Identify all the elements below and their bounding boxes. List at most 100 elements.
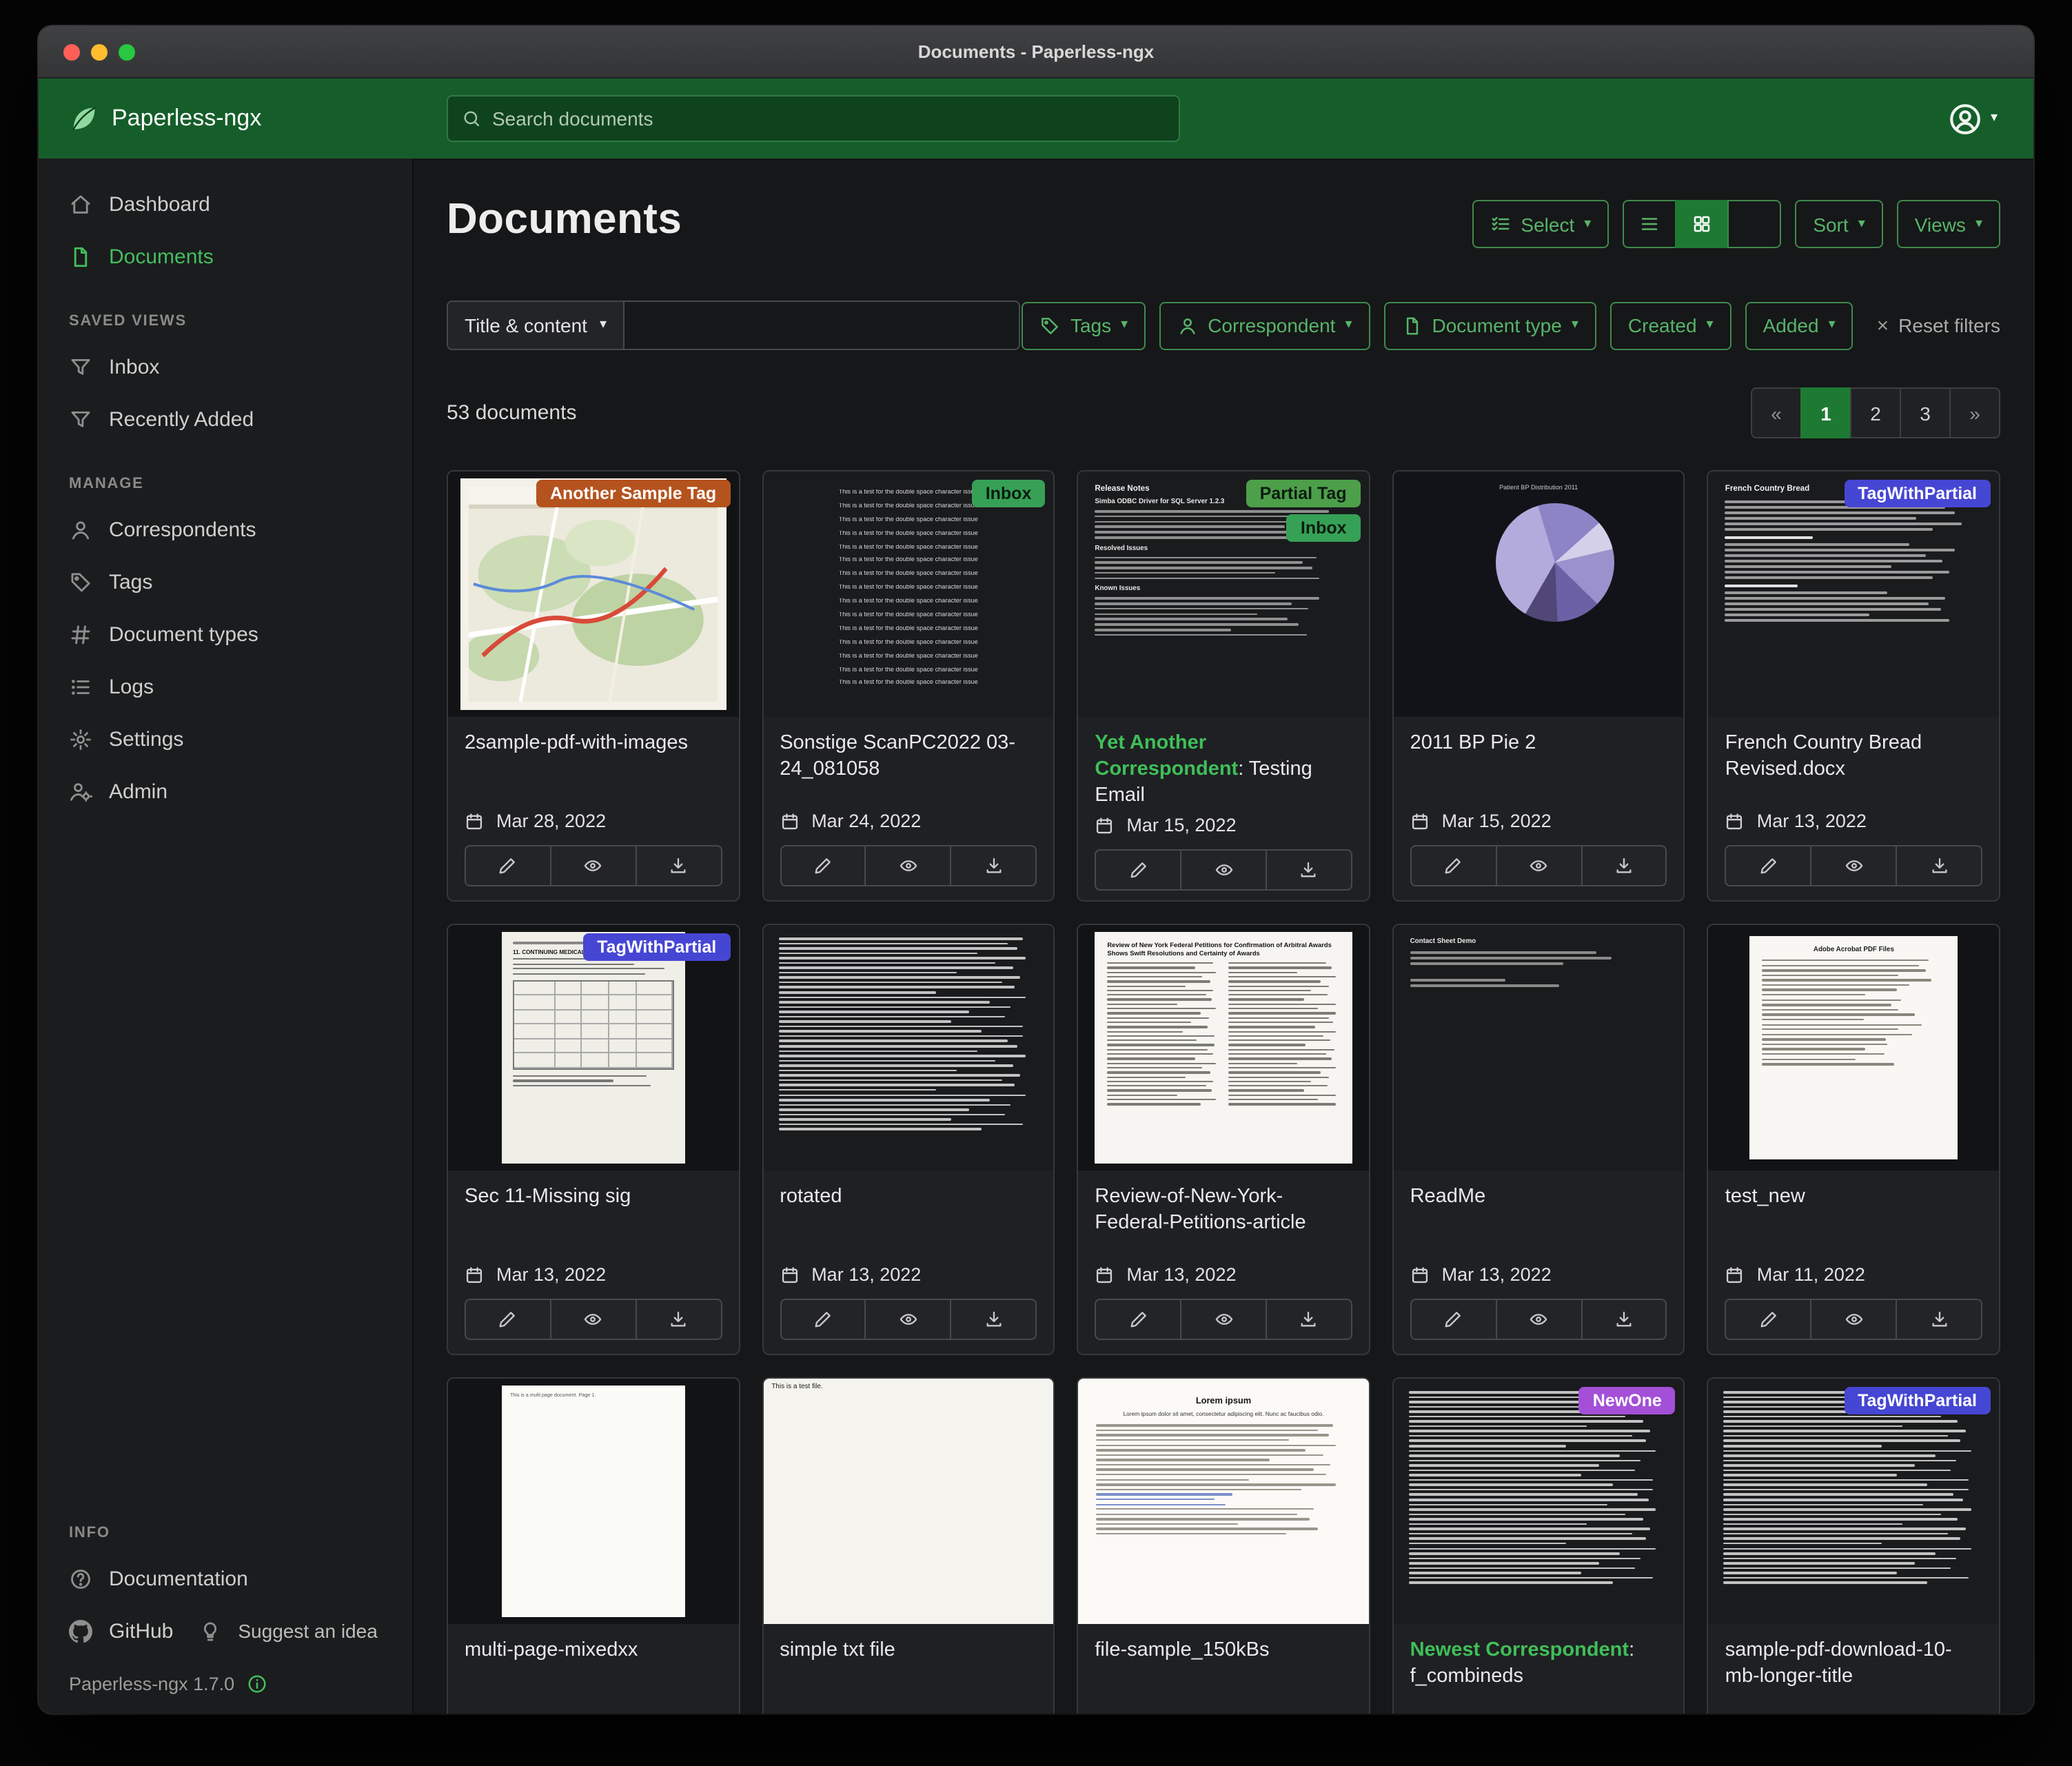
sidebar-item-correspondents[interactable]: Correspondents xyxy=(39,503,412,556)
document-card[interactable]: Review of New York Federal Petitions for… xyxy=(1077,924,1370,1355)
document-card[interactable]: TagWithPartial sample-pdf-download-10-mb… xyxy=(1707,1377,2000,1714)
tag-badge[interactable]: Partial Tag xyxy=(1246,480,1361,507)
document-card[interactable]: Another Sample Tag 2sample-pdf-with-imag… xyxy=(447,470,740,902)
view-document-button[interactable] xyxy=(865,845,952,886)
tag-badge[interactable]: NewOne xyxy=(1579,1387,1676,1414)
download-document-button[interactable] xyxy=(1266,1299,1352,1340)
document-card[interactable]: Lorem ipsumLorem ipsum dolor sit amet, c… xyxy=(1077,1377,1370,1714)
minimize-window-button[interactable] xyxy=(91,43,108,60)
sidebar-item-admin[interactable]: Admin xyxy=(39,765,412,818)
document-title[interactable]: Sec 11-Missing sig xyxy=(465,1184,722,1238)
document-title[interactable]: test_new xyxy=(1725,1184,1982,1238)
document-card[interactable]: Release NotesSimba ODBC Driver for SQL S… xyxy=(1077,470,1370,902)
document-title[interactable]: 2011 BP Pie 2 xyxy=(1410,731,1667,784)
sidebar-item-settings[interactable]: Settings xyxy=(39,713,412,765)
document-card[interactable]: Contact Sheet Demo ReadMe Mar 13, 2022 xyxy=(1392,924,1685,1355)
close-window-button[interactable] xyxy=(63,43,80,60)
download-document-button[interactable] xyxy=(951,1299,1037,1340)
user-menu[interactable]: ▾ xyxy=(1948,101,2033,136)
document-card[interactable]: rotated Mar 13, 2022 xyxy=(762,924,1055,1355)
download-document-button[interactable] xyxy=(635,845,722,886)
detail-view-button[interactable] xyxy=(1727,200,1781,248)
edit-document-button[interactable] xyxy=(1095,1299,1181,1340)
document-title[interactable]: Sonstige ScanPC2022 03-24_081058 xyxy=(780,731,1037,784)
document-title[interactable]: ReadMe xyxy=(1410,1184,1667,1238)
pagination-page-2-button[interactable]: 2 xyxy=(1850,387,1901,438)
view-document-button[interactable] xyxy=(1180,1299,1267,1340)
document-title[interactable]: 2sample-pdf-with-images xyxy=(465,731,722,784)
sidebar-item-documents[interactable]: Documents xyxy=(39,230,412,283)
document-thumbnail[interactable]: This is a multi page document. Page 1. xyxy=(448,1379,738,1624)
edit-document-button[interactable] xyxy=(465,1299,551,1340)
document-title[interactable]: Review-of-New-York-Federal-Petitions-art… xyxy=(1095,1184,1352,1238)
correspondent-filter-button[interactable]: Correspondent ▾ xyxy=(1159,301,1370,349)
edit-document-button[interactable] xyxy=(1095,850,1181,891)
filter-query-input[interactable] xyxy=(624,301,1020,350)
edit-document-button[interactable] xyxy=(1725,845,1812,886)
view-document-button[interactable] xyxy=(550,845,637,886)
download-document-button[interactable] xyxy=(1266,850,1352,891)
document-title[interactable]: simple txt file xyxy=(780,1638,1037,1692)
document-thumbnail[interactable]: Contact Sheet Demo xyxy=(1394,925,1684,1170)
document-thumbnail[interactable]: Lorem ipsumLorem ipsum dolor sit amet, c… xyxy=(1078,1379,1368,1624)
list-view-button[interactable] xyxy=(1623,200,1676,248)
zoom-window-button[interactable] xyxy=(119,43,135,60)
document-card[interactable]: This is a multi page document. Page 1. m… xyxy=(447,1377,740,1714)
correspondent-link[interactable]: Yet Another Correspondent xyxy=(1095,732,1238,780)
pagination-page-3-button[interactable]: 3 xyxy=(1900,387,1951,438)
sort-button[interactable]: Sort ▾ xyxy=(1795,200,1882,248)
view-document-button[interactable] xyxy=(1811,845,1898,886)
document-card[interactable]: French Country Bread TagWithPartial Fren… xyxy=(1707,470,2000,902)
search-input[interactable] xyxy=(492,108,1165,130)
correspondent-link[interactable]: Newest Correspondent xyxy=(1410,1639,1629,1661)
download-document-button[interactable] xyxy=(635,1299,722,1340)
document-card[interactable]: This is a test for the double space char… xyxy=(762,470,1055,902)
document-title[interactable]: rotated xyxy=(780,1184,1037,1238)
document-thumbnail[interactable]: TagWithPartial xyxy=(1709,1379,1999,1624)
download-document-button[interactable] xyxy=(1896,1299,1982,1340)
tag-badge[interactable]: TagWithPartial xyxy=(1844,480,1991,507)
sidebar-item-inbox[interactable]: Inbox xyxy=(39,341,412,393)
view-document-button[interactable] xyxy=(1495,1299,1582,1340)
edit-document-button[interactable] xyxy=(1725,1299,1812,1340)
sidebar-item-documentation[interactable]: Documentation xyxy=(39,1552,412,1605)
reset-filters-button[interactable]: × Reset filters xyxy=(1877,314,2000,336)
added-filter-button[interactable]: Added ▾ xyxy=(1745,301,1853,349)
document-thumbnail[interactable]: This is a test file. xyxy=(763,1379,1053,1624)
view-document-button[interactable] xyxy=(1180,850,1267,891)
brand[interactable]: Paperless-ngx xyxy=(39,103,414,134)
grid-view-button[interactable] xyxy=(1675,200,1729,248)
document-thumbnail[interactable]: NewOne xyxy=(1394,1379,1684,1624)
document-title[interactable]: multi-page-mixedxx xyxy=(465,1638,722,1692)
pagination-page-1-button[interactable]: 1 xyxy=(1800,387,1851,438)
edit-document-button[interactable] xyxy=(780,1299,866,1340)
document-thumbnail[interactable]: French Country Bread TagWithPartial xyxy=(1709,471,1999,717)
view-document-button[interactable] xyxy=(1811,1299,1898,1340)
document-thumbnail[interactable]: Another Sample Tag xyxy=(448,471,738,717)
document-thumbnail[interactable]: Adobe Acrobat PDF Files xyxy=(1709,925,1999,1170)
document-title[interactable]: Newest Correspondent: f_combineds xyxy=(1410,1638,1667,1692)
document-title[interactable]: file-sample_150kBs xyxy=(1095,1638,1352,1692)
filter-field-button[interactable]: Title & content ▾ xyxy=(447,301,624,350)
document-thumbnail[interactable]: This is a test for the double space char… xyxy=(763,471,1053,717)
document-title[interactable]: sample-pdf-download-10-mb-longer-title xyxy=(1725,1638,1982,1692)
document-thumbnail[interactable] xyxy=(763,925,1053,1170)
document-thumbnail[interactable]: Patient BP Distribution 2011 xyxy=(1394,471,1684,717)
sidebar-item-document-types[interactable]: Document types xyxy=(39,608,412,660)
download-document-button[interactable] xyxy=(951,845,1037,886)
edit-document-button[interactable] xyxy=(1410,1299,1497,1340)
sidebar-item-suggest-idea[interactable]: Suggest an idea xyxy=(184,1605,388,1657)
sidebar-item-recently-added[interactable]: Recently Added xyxy=(39,393,412,445)
tags-filter-button[interactable]: Tags ▾ xyxy=(1022,301,1146,349)
document-title[interactable]: Yet Another Correspondent: Testing Email xyxy=(1095,731,1352,810)
created-filter-button[interactable]: Created ▾ xyxy=(1610,301,1731,349)
select-button[interactable]: Select ▾ xyxy=(1472,200,1609,248)
document-card[interactable]: This is a test file. simple txt file xyxy=(762,1377,1055,1714)
edit-document-button[interactable] xyxy=(780,845,866,886)
info-circle-icon[interactable] xyxy=(247,1674,267,1694)
tag-badge[interactable]: Inbox xyxy=(1287,514,1361,542)
pagination-next-button[interactable]: » xyxy=(1949,387,2000,438)
tag-badge[interactable]: Inbox xyxy=(972,480,1046,507)
view-document-button[interactable] xyxy=(865,1299,952,1340)
search-box[interactable] xyxy=(447,95,1180,142)
